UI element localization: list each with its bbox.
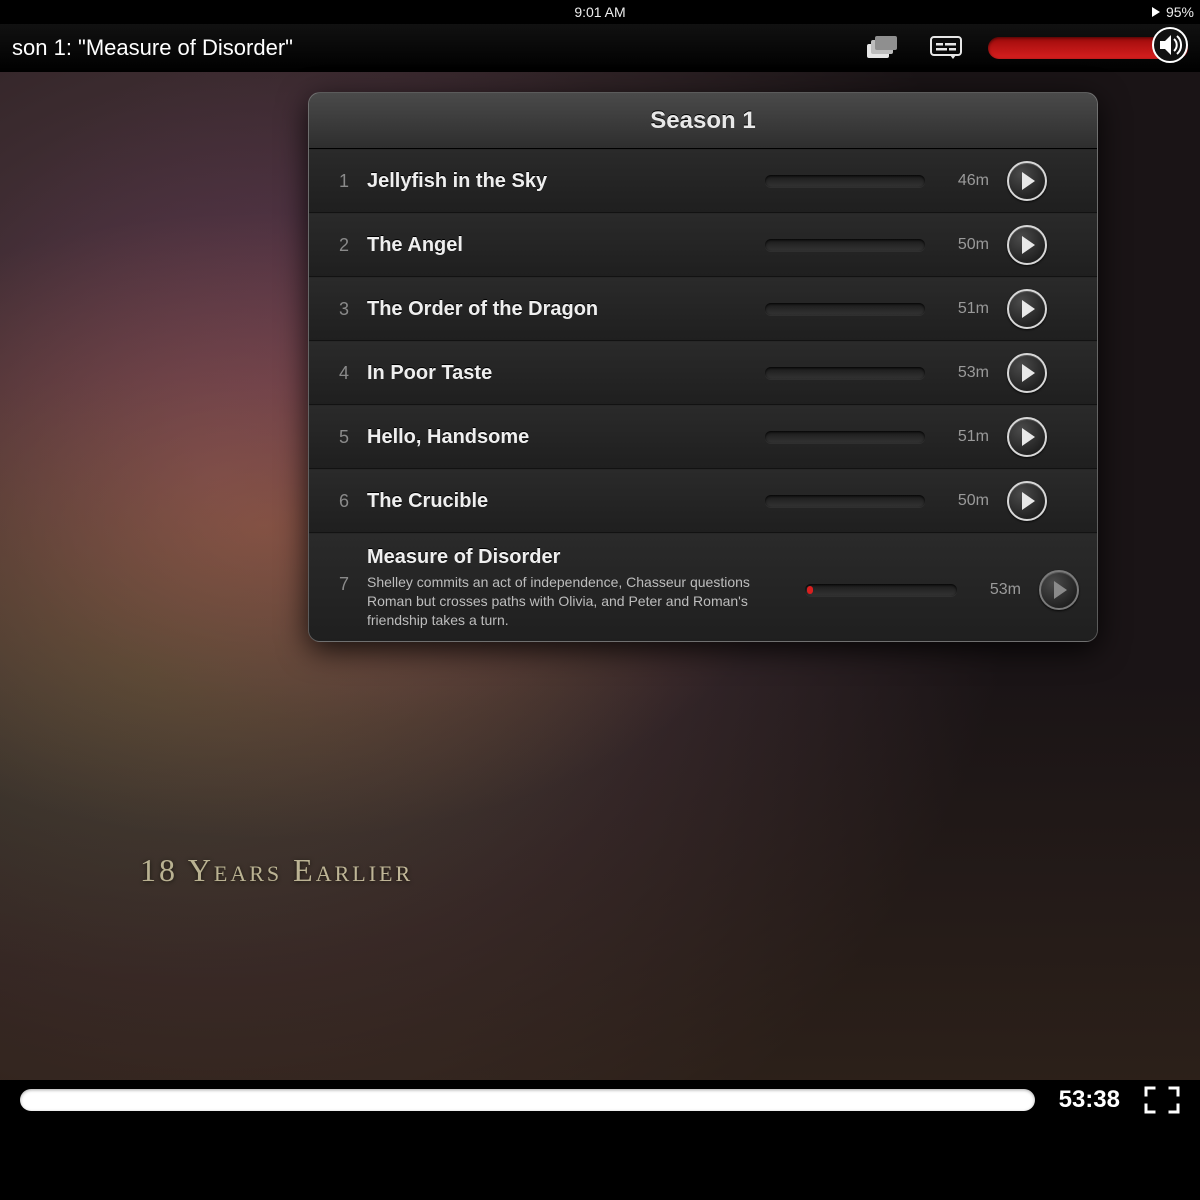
subtitles-button[interactable]: [924, 30, 968, 66]
episode-duration: 50m: [943, 236, 989, 254]
episode-number: 4: [327, 363, 349, 384]
episode-title: Measure of Disorder: [367, 546, 747, 569]
episode-duration: 50m: [943, 492, 989, 510]
episode-list[interactable]: 1 Jellyfish in the Sky 46m 2 The Angel 5…: [309, 149, 1097, 641]
episode-number: 2: [327, 235, 349, 256]
episode-progress-fill: [807, 586, 813, 594]
volume-control[interactable]: [988, 37, 1188, 59]
episode-duration: 51m: [943, 428, 989, 446]
popover-header[interactable]: Season 1: [309, 93, 1097, 149]
episode-row-current[interactable]: 7 Measure of Disorder Shelley commits an…: [309, 533, 1097, 641]
episode-progress: [765, 239, 925, 251]
subtitles-icon: [930, 36, 962, 60]
status-time: 9:01 AM: [574, 4, 625, 20]
episode-row[interactable]: 6 The Crucible 50m: [309, 469, 1097, 533]
episode-number: 3: [327, 299, 349, 320]
episode-progress: [765, 175, 925, 187]
now-playing-title: son 1: "Measure of Disorder": [12, 35, 850, 61]
play-icon: [1022, 364, 1035, 382]
volume-icon: [1150, 25, 1190, 71]
episode-duration: 53m: [943, 364, 989, 382]
now-playing-indicator-icon: [1152, 7, 1160, 17]
episode-title: Hello, Handsome: [367, 426, 747, 449]
episode-number: 7: [327, 574, 349, 595]
episode-progress: [805, 584, 957, 596]
episode-title: Jellyfish in the Sky: [367, 170, 747, 193]
episode-progress: [765, 303, 925, 315]
episode-progress: [765, 367, 925, 379]
episode-duration: 51m: [943, 300, 989, 318]
play-icon: [1022, 300, 1035, 318]
volume-slider-track[interactable]: [988, 37, 1188, 59]
episodes-icon: [867, 36, 897, 60]
episode-number: 5: [327, 427, 349, 448]
episode-title: In Poor Taste: [367, 362, 747, 385]
episode-row[interactable]: 2 The Angel 50m: [309, 213, 1097, 277]
player-bottom-bar: 53:38: [0, 1070, 1200, 1130]
episode-progress: [765, 495, 925, 507]
play-icon: [1022, 236, 1035, 254]
scrubber[interactable]: [20, 1089, 1035, 1111]
episode-progress: [765, 431, 925, 443]
episodes-popover: Season 1 1 Jellyfish in the Sky 46m 2 Th…: [308, 92, 1098, 642]
episode-play-button[interactable]: [1007, 225, 1047, 265]
episode-play-button[interactable]: [1039, 570, 1079, 610]
episode-play-button[interactable]: [1007, 481, 1047, 521]
episode-number: 6: [327, 491, 349, 512]
episode-row[interactable]: 1 Jellyfish in the Sky 46m: [309, 149, 1097, 213]
episode-play-button[interactable]: [1007, 289, 1047, 329]
episode-row[interactable]: 4 In Poor Taste 53m: [309, 341, 1097, 405]
play-icon: [1022, 492, 1035, 510]
episode-duration: 53m: [975, 581, 1021, 599]
player-top-bar: son 1: "Measure of Disorder": [0, 24, 1200, 72]
play-icon: [1022, 172, 1035, 190]
episode-play-button[interactable]: [1007, 353, 1047, 393]
play-icon: [1022, 428, 1035, 446]
fullscreen-button[interactable]: [1144, 1086, 1180, 1114]
episodes-button[interactable]: [860, 30, 904, 66]
popover-arrow-icon: [709, 92, 733, 93]
play-icon: [1054, 581, 1067, 599]
video-overlay-text: 18 Years Earlier: [140, 852, 413, 889]
episode-description: Shelley commits an act of independence, …: [367, 573, 787, 630]
episode-duration: 46m: [943, 172, 989, 190]
episode-number: 1: [327, 171, 349, 192]
episode-title: The Crucible: [367, 490, 747, 513]
episode-play-button[interactable]: [1007, 417, 1047, 457]
episode-row[interactable]: 3 The Order of the Dragon 51m: [309, 277, 1097, 341]
status-battery: 95%: [1166, 4, 1194, 20]
fullscreen-icon: [1144, 1086, 1180, 1114]
episode-title: The Angel: [367, 234, 747, 257]
episode-title: The Order of the Dragon: [367, 298, 747, 321]
time-remaining: 53:38: [1059, 1086, 1120, 1114]
episode-play-button[interactable]: [1007, 161, 1047, 201]
status-bar: 9:01 AM 95%: [0, 0, 1200, 24]
episode-row[interactable]: 5 Hello, Handsome 51m: [309, 405, 1097, 469]
